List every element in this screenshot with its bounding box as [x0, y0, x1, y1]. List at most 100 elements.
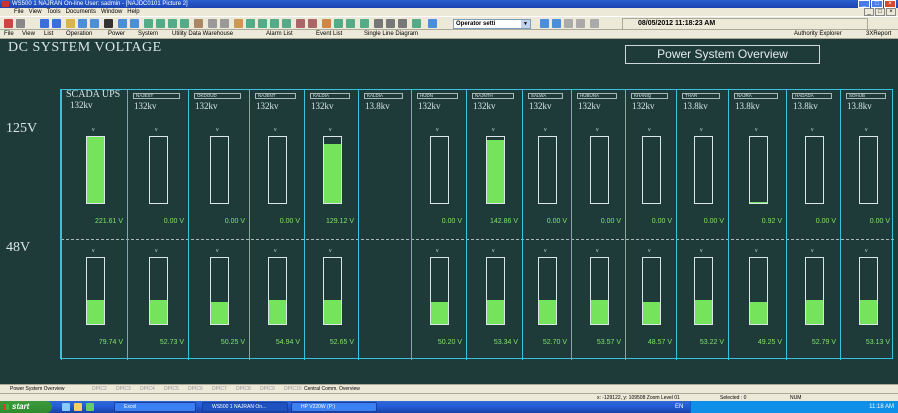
tool3-icon[interactable] — [270, 19, 279, 28]
info-icon[interactable] — [118, 19, 127, 28]
pan-icon[interactable] — [194, 19, 203, 28]
minimize-button[interactable]: _ — [858, 0, 870, 8]
dc125-bar — [430, 136, 449, 204]
dc125-value: 0.00 V — [163, 218, 184, 225]
zoom-area-icon[interactable] — [180, 19, 189, 28]
menu-window[interactable]: Window — [101, 8, 122, 16]
alarm-icon[interactable] — [4, 19, 13, 28]
task-excel[interactable]: Excel — [114, 402, 196, 412]
windows-taskbar: start Excel WS500 1 NAJRAN On... HP V220… — [0, 401, 898, 413]
power-system-overview-button[interactable]: Power System Overview — [625, 45, 820, 64]
bar-top-marker: v — [92, 127, 95, 133]
menu-view[interactable]: View — [29, 8, 42, 16]
clear-icon[interactable] — [16, 19, 25, 28]
tool7-icon[interactable] — [322, 19, 331, 28]
tool12-icon[interactable] — [386, 19, 395, 28]
nav3-icon[interactable] — [564, 19, 573, 28]
help-icon[interactable] — [130, 19, 139, 28]
mdi-minimize-button[interactable]: _ — [864, 8, 874, 16]
power-menu-button[interactable]: Power — [108, 30, 125, 39]
menu-file[interactable]: File — [14, 8, 24, 16]
bar-top-marker: v — [92, 248, 95, 254]
list-menu-button[interactable]: List — [44, 30, 53, 39]
dc48-bar — [694, 257, 713, 325]
close-button[interactable]: × — [884, 0, 896, 8]
page2-icon[interactable] — [220, 19, 229, 28]
single-line-diagram-button[interactable]: Single Line Diagram — [364, 30, 418, 39]
menu-help[interactable]: Help — [127, 8, 139, 16]
tool11-icon[interactable] — [374, 19, 383, 28]
zoom-fit-icon[interactable] — [168, 19, 177, 28]
operation-menu-button[interactable]: Operation — [66, 30, 92, 39]
dc48-bar-fill — [860, 300, 877, 324]
dc125-value: 0.00 V — [651, 218, 672, 225]
display2-icon[interactable] — [90, 19, 99, 28]
quicklaunch-ie-icon[interactable] — [62, 403, 70, 411]
mdi-restore-button[interactable]: □ — [875, 8, 885, 16]
utility-menu-button[interactable]: Utility Data Warehouse — [172, 30, 233, 39]
tool9-icon[interactable] — [346, 19, 355, 28]
page-icon[interactable] — [208, 19, 217, 28]
back-icon[interactable] — [40, 19, 49, 28]
view-menu-button[interactable]: View — [22, 30, 35, 39]
language-indicator[interactable]: EN — [675, 401, 683, 413]
tool1-icon[interactable] — [246, 19, 255, 28]
tool14-icon[interactable] — [412, 19, 421, 28]
help-pointer-icon[interactable] — [428, 19, 437, 28]
bar-top-marker: v — [648, 248, 651, 254]
tool13-icon[interactable] — [398, 19, 407, 28]
tool8-icon[interactable] — [334, 19, 343, 28]
dc48-bar-fill — [431, 302, 448, 324]
authority-explorer-button[interactable]: Authority Explorer — [794, 30, 842, 39]
maximize-button[interactable]: □ — [871, 0, 883, 8]
dc48-value: 53.13 V — [865, 339, 890, 346]
dc125-bar — [805, 136, 824, 204]
dc48-bar — [323, 257, 342, 325]
dc125-bar — [590, 136, 609, 204]
forward-icon[interactable] — [52, 19, 61, 28]
quicklaunch-desktop-icon[interactable] — [86, 403, 94, 411]
dc125-bar-fill — [87, 137, 104, 203]
nav2-icon[interactable] — [552, 19, 561, 28]
menu-documents[interactable]: Documents — [66, 8, 96, 16]
nav4-icon[interactable] — [576, 19, 585, 28]
dc48-bar — [149, 257, 168, 325]
event-list-button[interactable]: Event List — [316, 30, 342, 39]
tool4-icon[interactable] — [282, 19, 291, 28]
zoom-out-icon[interactable] — [156, 19, 165, 28]
open-icon[interactable] — [66, 19, 75, 28]
zoom-in-icon[interactable] — [144, 19, 153, 28]
task-hp-drive[interactable]: HP V220W (P:) — [291, 402, 377, 412]
warning-icon[interactable] — [234, 19, 243, 28]
bar-top-marker: v — [492, 127, 495, 133]
nav1-icon[interactable] — [540, 19, 549, 28]
task-ws500[interactable]: WS500 1 NAJRAN On... — [202, 402, 288, 412]
mdi-close-button[interactable]: × — [886, 8, 896, 16]
bar-top-marker: v — [544, 127, 547, 133]
dc48-value: 50.25 V — [220, 339, 245, 346]
bar-top-marker: v — [865, 248, 868, 254]
tool6-icon[interactable] — [308, 19, 317, 28]
dc125-value: 0.00 V — [815, 218, 836, 225]
menu-tools[interactable]: Tools — [47, 8, 61, 16]
alarm-list-button[interactable]: Alarm List — [266, 30, 293, 39]
start-button[interactable]: start — [0, 401, 52, 413]
quicklaunch-explorer-icon[interactable] — [74, 403, 82, 411]
chevron-down-icon[interactable]: ▼ — [521, 20, 530, 28]
nav5-icon[interactable] — [590, 19, 599, 28]
feeder-column: SALWA 132kv v 0.00 V v 52.70 V — [522, 90, 571, 360]
system-menu-button[interactable]: System — [138, 30, 158, 39]
xreport-button[interactable]: 3XReport — [866, 30, 891, 39]
bar-top-marker: v — [811, 127, 814, 133]
binoculars-icon[interactable] — [104, 19, 113, 28]
dc125-bar — [694, 136, 713, 204]
tool10-icon[interactable] — [360, 19, 369, 28]
feeder-name: NAJEST — [133, 93, 180, 99]
dc125-bar — [86, 136, 105, 204]
tool2-icon[interactable] — [258, 19, 267, 28]
display-icon[interactable] — [78, 19, 87, 28]
operator-settings-combo[interactable]: Operator setti ▼ — [453, 19, 531, 29]
dc48-bar — [642, 257, 661, 325]
tool5-icon[interactable] — [296, 19, 305, 28]
file-menu-button[interactable]: File — [4, 30, 14, 39]
